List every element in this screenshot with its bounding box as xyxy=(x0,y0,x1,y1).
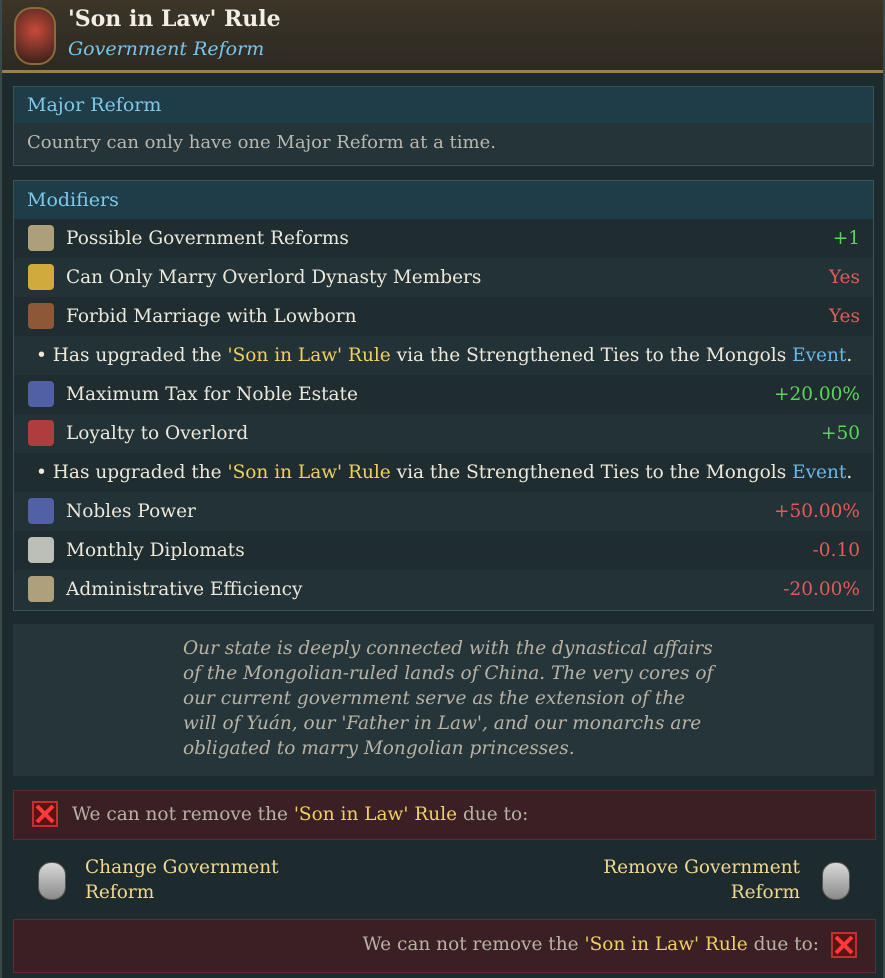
dove-icon xyxy=(28,537,54,563)
warning-text-highlight: 'Son in Law' Rule xyxy=(584,934,748,955)
modifier-label: Maximum Tax for Noble Estate xyxy=(66,384,358,405)
modifier-row: Forbid Marriage with Lowborn Yes xyxy=(14,297,873,336)
left-click-mouse-icon xyxy=(38,862,66,900)
modifier-row: Nobles Power +50.00% xyxy=(14,492,873,531)
modifier-label: Possible Government Reforms xyxy=(66,228,349,249)
note-text: . xyxy=(846,462,853,483)
star-icon xyxy=(28,264,54,290)
modifier-label: Forbid Marriage with Lowborn xyxy=(66,306,357,327)
cannot-remove-warning-bottom: We can not remove the 'Son in Law' Rule … xyxy=(13,919,876,973)
tooltip-header: 'Son in Law' Rule Government Reform xyxy=(2,0,883,73)
modifier-value: +50.00% xyxy=(773,501,860,522)
modifier-label: Nobles Power xyxy=(66,501,196,522)
cancel-x-icon xyxy=(32,801,58,827)
modifier-row: Administrative Efficiency -20.00% xyxy=(14,570,873,609)
remove-reform-label-2: Reform xyxy=(730,882,800,903)
warning-text-bottom: We can not remove the 'Son in Law' Rule … xyxy=(363,934,819,955)
major-reform-desc: Country can only have one Major Reform a… xyxy=(14,123,873,163)
note-text: via the Strengthened Ties to the Mongols xyxy=(390,345,793,366)
modifier-row: Can Only Marry Overlord Dynasty Members Y… xyxy=(14,258,873,297)
bullet-icon: • xyxy=(36,462,53,483)
modifier-note: • Has upgraded the 'Son in Law' Rule via… xyxy=(14,453,873,492)
note-text: 'Son in Law' Rule xyxy=(227,462,391,483)
government-reform-tooltip: 'Son in Law' Rule Government Reform Majo… xyxy=(0,0,885,978)
event-link[interactable]: Event xyxy=(792,345,846,366)
remove-reform-label-1: Remove Government xyxy=(603,857,800,878)
change-reform-label-2: Reform xyxy=(85,882,155,903)
modifier-row: Loyalty to Overlord +50 xyxy=(14,414,873,453)
major-reform-box: Major Reform Country can only have one M… xyxy=(13,86,874,166)
warning-text-pre: We can not remove the xyxy=(72,804,294,825)
modifiers-heading: Modifiers xyxy=(14,181,873,219)
change-government-reform-button[interactable]: Change Government Reform xyxy=(85,855,279,905)
modifier-value: Yes xyxy=(828,306,860,327)
major-reform-heading: Major Reform xyxy=(14,87,873,123)
change-reform-label-1: Change Government xyxy=(85,857,279,878)
reform-title: 'Son in Law' Rule xyxy=(68,6,281,32)
remove-government-reform-button[interactable]: Remove Government Reform xyxy=(603,855,800,905)
modifier-label: Can Only Marry Overlord Dynasty Members xyxy=(66,267,482,288)
warning-text-post: due to: xyxy=(457,804,529,825)
modifier-list: Possible Government Reforms +1 Can Only Ma… xyxy=(14,219,873,609)
noble-tax-icon xyxy=(28,381,54,407)
modifiers-box: Modifiers Possible Government Reforms +1 C… xyxy=(13,180,874,611)
right-click-mouse-icon xyxy=(822,862,850,900)
cancel-x-icon xyxy=(831,932,857,958)
modifier-value: +1 xyxy=(832,228,860,249)
reform-subtitle: Government Reform xyxy=(68,38,265,60)
loyalty-icon xyxy=(28,420,54,446)
modifier-row: Monthly Diplomats -0.10 xyxy=(14,531,873,570)
modifier-value: -20.00% xyxy=(783,579,860,600)
reform-portrait-icon xyxy=(14,7,56,65)
warning-text-pre: We can not remove the xyxy=(362,934,585,955)
bullet-icon: • xyxy=(36,345,53,366)
scroll-arrow-icon xyxy=(28,225,54,251)
note-text: Has upgraded the xyxy=(52,462,228,483)
modifier-row: Possible Government Reforms +1 xyxy=(14,219,873,258)
event-link[interactable]: Event xyxy=(792,462,846,483)
modifier-label: Monthly Diplomats xyxy=(66,540,245,561)
modifier-value: Yes xyxy=(828,267,860,288)
cannot-remove-warning-top: We can not remove the 'Son in Law' Rule … xyxy=(13,790,876,840)
modifier-value: -0.10 xyxy=(812,540,860,561)
note-text: 'Son in Law' Rule xyxy=(227,345,391,366)
modifier-value: +20.00% xyxy=(773,384,860,405)
noble-power-icon xyxy=(28,498,54,524)
modifier-label: Administrative Efficiency xyxy=(66,579,303,600)
modifier-value: +50 xyxy=(820,423,860,444)
warning-text-post: due to: xyxy=(747,934,819,955)
warning-text-highlight: 'Son in Law' Rule xyxy=(293,804,458,825)
shield-icon xyxy=(28,303,54,329)
warning-text-top: We can not remove the 'Son in Law' Rule … xyxy=(72,804,528,825)
flavor-text: Our state is deeply connected with the d… xyxy=(183,638,714,759)
flavor-text-box: Our state is deeply connected with the d… xyxy=(13,624,874,776)
note-text: via the Strengthened Ties to the Mongols xyxy=(390,462,793,483)
note-text: . xyxy=(846,345,853,366)
modifier-row: Maximum Tax for Noble Estate +20.00% xyxy=(14,375,873,414)
note-text: Has upgraded the xyxy=(52,345,228,366)
modifier-label: Loyalty to Overlord xyxy=(66,423,249,444)
scroll-check-icon xyxy=(28,576,54,602)
modifier-note: • Has upgraded the 'Son in Law' Rule via… xyxy=(14,336,873,375)
